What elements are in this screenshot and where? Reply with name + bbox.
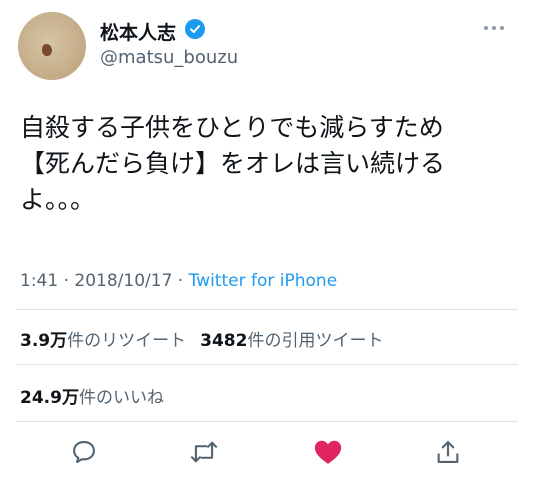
quotes-label: 件の引用ツイート [247, 331, 384, 351]
likes-value: 24.9万 [20, 388, 79, 408]
likes-label: 件のいいね [78, 388, 164, 408]
retweet-icon [190, 441, 218, 463]
divider [16, 309, 518, 310]
quotes-value: 3482 [200, 331, 248, 351]
meta-separator: · [63, 271, 69, 291]
tweet-time[interactable]: 1:41 [20, 271, 58, 291]
share-stats: 3.9万件のリツイート 3482件の引用ツイート [20, 326, 383, 351]
display-name[interactable]: 松本人志 [100, 18, 176, 45]
reply-button[interactable] [66, 434, 102, 470]
share-icon [437, 441, 459, 463]
meta-separator: · [177, 271, 184, 291]
tweet-meta: 1:41 · 2018/10/17 · Twitter for iPhone [20, 271, 337, 291]
like-icon [314, 440, 342, 464]
quotes-count-link[interactable]: 3482件の引用ツイート [200, 331, 383, 351]
tweet-text: 自殺する子供をひとりでも減らすため 【死んだら負け】をオレは言い続ける よ。。。 [20, 113, 446, 214]
retweets-count-link[interactable]: 3.9万件のリツイート [20, 331, 186, 351]
likes-stats[interactable]: 24.9万件のいいね [20, 383, 164, 408]
tweet-source[interactable]: Twitter for iPhone [189, 271, 338, 291]
verified-badge-icon [185, 19, 205, 39]
retweet-button[interactable] [186, 434, 222, 470]
tweet-date[interactable]: 2018/10/17 [74, 271, 172, 291]
divider [16, 364, 518, 365]
avatar-mark [42, 44, 52, 56]
retweets-value: 3.9万 [20, 331, 68, 351]
user-handle[interactable]: @matsu_bouzu [100, 47, 238, 68]
divider [16, 421, 518, 422]
avatar[interactable] [18, 12, 86, 80]
like-button[interactable] [310, 434, 346, 470]
retweets-label: 件のリツイート [67, 331, 187, 351]
more-options-icon[interactable] [484, 26, 504, 30]
share-button[interactable] [430, 434, 466, 470]
reply-icon [73, 441, 95, 464]
